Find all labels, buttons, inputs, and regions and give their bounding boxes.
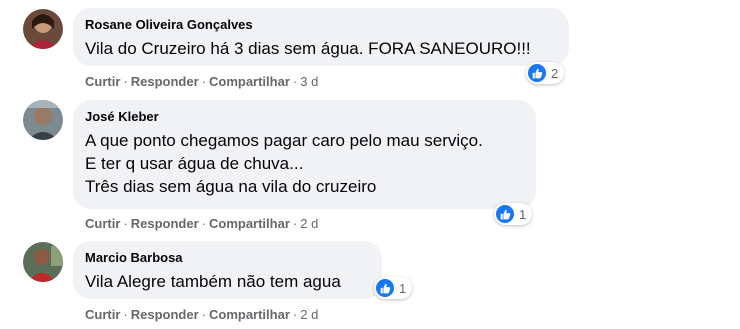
like-button[interactable]: Curtir: [85, 216, 120, 231]
reaction-count[interactable]: 1: [374, 277, 413, 299]
avatar[interactable]: [23, 9, 63, 49]
like-icon: [528, 64, 546, 82]
reaction-count-number: 2: [551, 65, 559, 81]
share-button[interactable]: Compartilhar: [209, 74, 290, 89]
comment-bubble: Marcio Barbosa Vila Alegre também não te…: [73, 241, 382, 299]
comment-actions: Curtir · Responder · Compartilhar · 2 d: [85, 307, 318, 323]
comment-actions: Curtir · Responder · Compartilhar · 3 d: [85, 74, 318, 90]
share-button[interactable]: Compartilhar: [209, 216, 290, 231]
like-icon: [376, 279, 394, 297]
comment-author[interactable]: Rosane Oliveira Gonçalves: [85, 17, 557, 33]
like-button[interactable]: Curtir: [85, 307, 120, 322]
avatar[interactable]: [23, 242, 63, 282]
reply-button[interactable]: Responder: [131, 74, 199, 89]
comment-text: A que ponto chegamos pagar caro pelo mau…: [85, 131, 483, 196]
separator: ·: [123, 307, 128, 322]
comment-text: Vila do Cruzeiro há 3 dias sem água. FOR…: [85, 39, 531, 58]
reaction-count-number: 1: [519, 206, 527, 222]
like-button[interactable]: Curtir: [85, 74, 120, 89]
reply-button[interactable]: Responder: [131, 216, 199, 231]
comment-timestamp[interactable]: 2 d: [300, 216, 318, 231]
comment-timestamp[interactable]: 2 d: [300, 307, 318, 322]
separator: ·: [123, 216, 128, 231]
separator: ·: [201, 307, 206, 322]
avatar[interactable]: [23, 100, 63, 140]
reply-button[interactable]: Responder: [131, 307, 199, 322]
reaction-count[interactable]: 2: [526, 62, 565, 84]
comment-text: Vila Alegre também não tem agua: [85, 272, 341, 291]
comment-actions: Curtir · Responder · Compartilhar · 2 d: [85, 216, 318, 232]
separator: ·: [292, 216, 298, 231]
comment-bubble: José Kleber A que ponto chegamos pagar c…: [73, 100, 536, 209]
share-button[interactable]: Compartilhar: [209, 307, 290, 322]
like-icon: [496, 205, 514, 223]
separator: ·: [123, 74, 128, 89]
comment-author[interactable]: José Kleber: [85, 109, 524, 125]
comment-bubble: Rosane Oliveira Gonçalves Vila do Cruzei…: [73, 8, 569, 66]
separator: ·: [292, 307, 298, 322]
reaction-count-number: 1: [399, 280, 407, 296]
separator: ·: [201, 216, 206, 231]
separator: ·: [292, 74, 298, 89]
reaction-count[interactable]: 1: [494, 203, 533, 225]
comment-author[interactable]: Marcio Barbosa: [85, 250, 370, 266]
separator: ·: [201, 74, 206, 89]
comment-timestamp[interactable]: 3 d: [300, 74, 318, 89]
